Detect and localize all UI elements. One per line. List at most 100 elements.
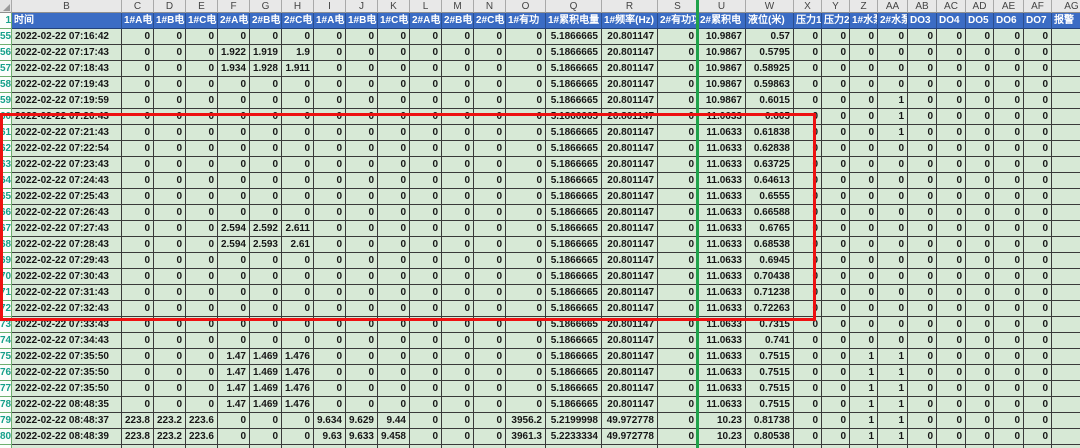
cell-AD[interactable]: 0 [966, 109, 994, 125]
cell-F[interactable]: 1.922 [218, 45, 250, 61]
cell-L[interactable]: 0 [410, 77, 442, 93]
cell-L[interactable]: 0 [410, 221, 442, 237]
cell-G[interactable]: 1.919 [250, 45, 282, 61]
cell-AF[interactable]: 0 [1024, 253, 1052, 269]
header-cell-AC[interactable]: DO4 [937, 13, 966, 29]
cell-AC[interactable]: 0 [937, 157, 966, 173]
cell-Z[interactable]: 0 [850, 285, 878, 301]
cell-F[interactable]: 0 [218, 157, 250, 173]
cell-Q[interactable]: 5.1866665 [546, 61, 602, 77]
cell-N[interactable]: 0 [474, 77, 506, 93]
cell-AD[interactable]: 0 [966, 93, 994, 109]
cell-U[interactable]: 11.0633 [698, 349, 746, 365]
cell-D[interactable]: 0 [154, 141, 186, 157]
cell-AC[interactable]: 0 [937, 29, 966, 45]
cell-N[interactable]: 0 [474, 301, 506, 317]
cell-U[interactable]: 11.0633 [698, 301, 746, 317]
cell-O[interactable]: 0 [506, 141, 546, 157]
cell-L[interactable]: 0 [410, 61, 442, 77]
row-number[interactable]: 77 [0, 381, 12, 397]
cell-E[interactable]: 223.6 [186, 413, 218, 429]
row-number[interactable]: 1 [0, 13, 12, 29]
cell-C[interactable]: 0 [122, 45, 154, 61]
cell-U[interactable]: 10.23 [698, 413, 746, 429]
cell-D[interactable]: 0 [154, 237, 186, 253]
cell-M[interactable]: 0 [442, 173, 474, 189]
cell-AD[interactable]: 0 [966, 189, 994, 205]
cell-R[interactable]: 20.801147 [602, 221, 658, 237]
cell-O[interactable]: 0 [506, 237, 546, 253]
cell-time[interactable]: 2022-02-22 07:32:43 [12, 301, 122, 317]
cell-AA[interactable]: 1 [878, 429, 908, 445]
cell-J[interactable]: 0 [346, 269, 378, 285]
cell-Y[interactable]: 0 [822, 77, 850, 93]
cell-S[interactable]: 0 [658, 381, 698, 397]
cell-AE[interactable]: 0 [994, 61, 1024, 77]
cell-E[interactable]: 0 [186, 285, 218, 301]
cell-F[interactable]: 2.594 [218, 237, 250, 253]
cell-M[interactable]: 0 [442, 397, 474, 413]
cell-S[interactable]: 0 [658, 317, 698, 333]
cell-I[interactable]: 0 [314, 381, 346, 397]
cell-R[interactable]: 20.801147 [602, 269, 658, 285]
cell-AA[interactable]: 1 [878, 413, 908, 429]
cell-S[interactable]: 0 [658, 429, 698, 445]
cell-X[interactable]: 0 [794, 285, 822, 301]
cell-G[interactable]: 0 [250, 173, 282, 189]
cell-AA[interactable]: 0 [878, 77, 908, 93]
cell-F[interactable]: 0 [218, 317, 250, 333]
header-cell-J[interactable]: 1#B电 [346, 13, 378, 29]
cell-AG[interactable] [1052, 269, 1080, 285]
cell-D[interactable]: 0 [154, 157, 186, 173]
cell-E[interactable]: 0 [186, 45, 218, 61]
column-letter-I[interactable]: I [314, 0, 346, 13]
cell-L[interactable]: 0 [410, 333, 442, 349]
cell-time[interactable]: 2022-02-22 07:25:43 [12, 189, 122, 205]
cell-AA[interactable]: 0 [878, 221, 908, 237]
cell-N[interactable]: 0 [474, 157, 506, 173]
cell-E[interactable]: 0 [186, 61, 218, 77]
cell-N[interactable]: 0 [474, 397, 506, 413]
cell-J[interactable]: 0 [346, 29, 378, 45]
cell-R[interactable]: 20.801147 [602, 77, 658, 93]
cell-F[interactable]: 1.47 [218, 397, 250, 413]
cell-AC[interactable]: 0 [937, 253, 966, 269]
cell-F[interactable]: 0 [218, 285, 250, 301]
cell-R[interactable]: 20.801147 [602, 93, 658, 109]
cell-AB[interactable]: 0 [908, 365, 937, 381]
cell-R[interactable]: 20.801147 [602, 333, 658, 349]
cell-Q[interactable]: 5.1866665 [546, 349, 602, 365]
cell-N[interactable]: 0 [474, 413, 506, 429]
cell-M[interactable]: 0 [442, 109, 474, 125]
cell-Y[interactable]: 0 [822, 301, 850, 317]
cell-G[interactable]: 0 [250, 285, 282, 301]
cell-F[interactable]: 0 [218, 109, 250, 125]
cell-AE[interactable]: 0 [994, 29, 1024, 45]
column-letter-F[interactable]: F [218, 0, 250, 13]
cell-G[interactable]: 2.593 [250, 237, 282, 253]
column-letter-C[interactable]: C [122, 0, 154, 13]
cell-Z[interactable]: 0 [850, 269, 878, 285]
cell-L[interactable]: 0 [410, 285, 442, 301]
cell-AB[interactable]: 0 [908, 173, 937, 189]
cell-L[interactable]: 0 [410, 205, 442, 221]
cell-H[interactable]: 2.61 [282, 237, 314, 253]
cell-C[interactable]: 0 [122, 253, 154, 269]
cell-K[interactable]: 0 [378, 109, 410, 125]
cell-W[interactable]: 0.70438 [746, 269, 794, 285]
header-cell-AB[interactable]: DO3 [908, 13, 937, 29]
cell-I[interactable]: 0 [314, 317, 346, 333]
cell-E[interactable]: 0 [186, 221, 218, 237]
cell-AA[interactable]: 0 [878, 29, 908, 45]
cell-M[interactable]: 0 [442, 237, 474, 253]
cell-N[interactable]: 0 [474, 253, 506, 269]
cell-J[interactable]: 0 [346, 93, 378, 109]
cell-AB[interactable]: 0 [908, 189, 937, 205]
cell-K[interactable]: 0 [378, 141, 410, 157]
cell-X[interactable]: 0 [794, 205, 822, 221]
cell-AG[interactable] [1052, 253, 1080, 269]
cell-AC[interactable]: 0 [937, 285, 966, 301]
cell-U[interactable]: 11.0633 [698, 397, 746, 413]
cell-C[interactable]: 0 [122, 109, 154, 125]
column-letter-H[interactable]: H [282, 0, 314, 13]
